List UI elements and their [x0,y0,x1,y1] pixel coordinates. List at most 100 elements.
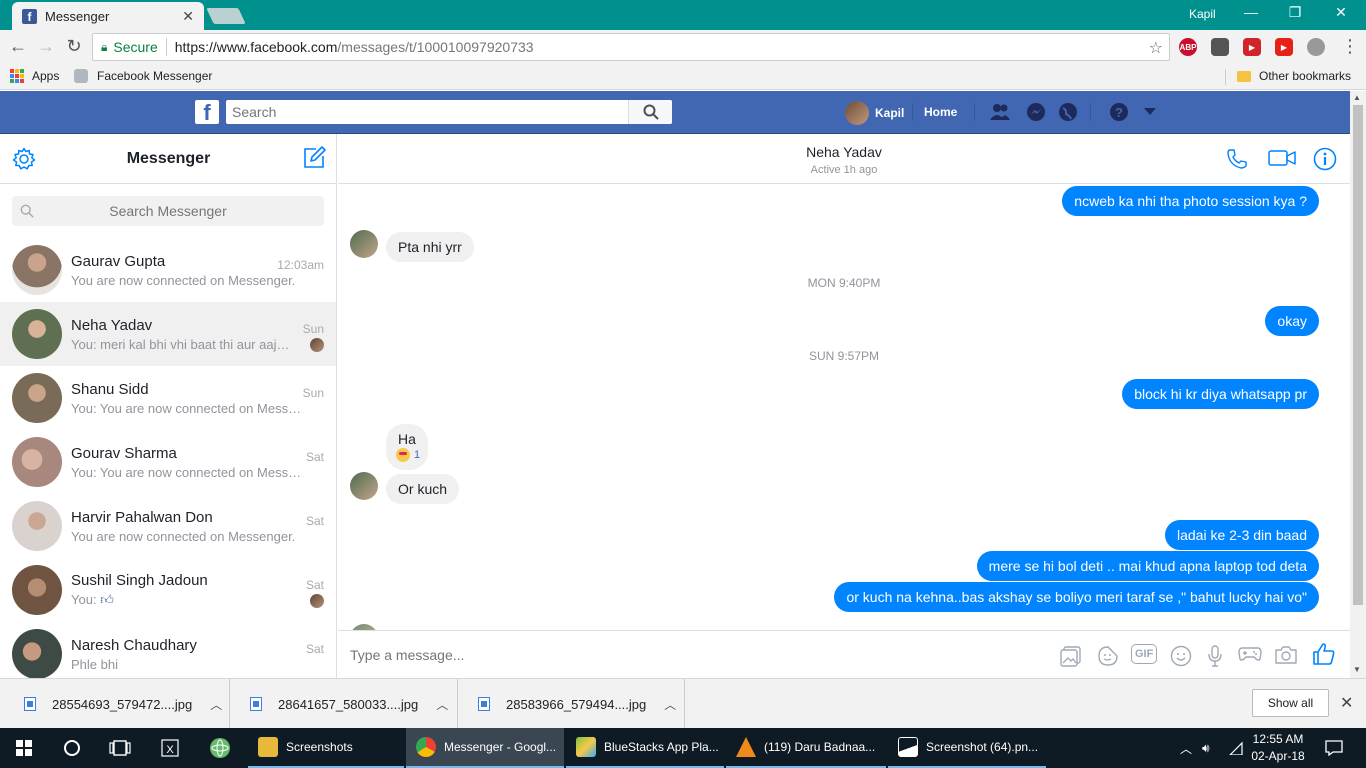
clock-date: 02-Apr-18 [1251,749,1305,763]
profile-name: Kapil [875,106,905,120]
video-call-icon[interactable] [1268,148,1296,173]
message-snippet: Phle bhi [71,656,118,672]
scrollbar-thumb[interactable] [1353,105,1363,605]
conversation-item[interactable]: Gourav Sharma You: You are now connected … [0,430,336,494]
chevron-up-icon[interactable]: ︿ [436,696,448,713]
windows-start-icon[interactable] [0,728,48,768]
taskbar-item-chrome[interactable]: Messenger - Googl... [406,728,564,768]
notifications-globe-icon[interactable] [1057,101,1079,123]
outgoing-message[interactable]: ladai ke 2-3 din baad [1165,520,1319,550]
scroll-down-icon[interactable]: ▼ [1353,665,1361,674]
chevron-up-icon[interactable]: ︿ [664,696,676,713]
account-dropdown-icon[interactable] [1139,101,1161,123]
chat-active-status: Active 1h ago [810,164,878,176]
info-icon[interactable] [1313,147,1337,176]
atom-app-icon[interactable] [196,728,244,768]
bookmark-star-icon[interactable]: ☆ [1149,38,1163,58]
shield-extension-icon[interactable] [1211,38,1229,56]
browser-tab[interactable]: f Messenger ✕ [12,2,204,30]
incoming-message[interactable]: Or kuch [386,474,460,504]
emoji-icon[interactable] [1170,645,1192,672]
taskbar-item-bluestacks[interactable]: BlueStacks App Pla... [566,728,724,768]
sticker-icon[interactable] [1097,645,1119,672]
reload-icon[interactable]: ↻ [62,36,86,57]
chrome-menu-icon[interactable]: ⋮ [1338,36,1362,57]
outgoing-message[interactable]: mere se hi bol deti .. mai khud apna lap… [976,551,1319,581]
messenger-icon[interactable] [1025,101,1047,123]
search-messenger-field[interactable] [12,196,324,226]
chat-contact-name[interactable]: Neha Yadav [338,144,1350,160]
adblock-plus-icon[interactable]: ABP [1179,38,1197,56]
taskbar-item-screenshots[interactable]: Screenshots [248,728,404,768]
incoming-message[interactable]: Pta nhi yrr [386,232,474,262]
close-downloads-icon[interactable]: ✕ [1340,693,1353,713]
address-bar[interactable]: 🔒︎ Secure https://www.facebook.com /mess… [92,33,1170,61]
home-link[interactable]: Home [924,105,957,119]
bookmark-apps[interactable]: Apps [10,69,59,83]
add-files-icon[interactable] [1060,645,1082,672]
chevron-up-icon[interactable]: ︿ [210,696,222,713]
conversation-item[interactable]: Neha Yadav You: meri kal bhi vhi baat thi… [0,302,336,366]
download-item[interactable]: 28554693_579472....jpg ︿ [0,679,230,729]
conversation-item[interactable]: Shanu Sidd You: You are now connected on … [0,366,336,430]
gif-icon[interactable]: GIF [1131,644,1158,664]
download-item[interactable]: 28641657_580033....jpg ︿ [230,679,458,729]
task-view-icon[interactable] [96,728,144,768]
lock-icon: 🔒︎ [101,39,108,54]
incoming-message[interactable]: Ha [386,424,428,470]
conversation-item[interactable]: Harvir Pahalwan Don You are now connected… [0,494,336,558]
outgoing-message[interactable]: ncweb ka nhi tha photo session kya ? [1062,186,1319,216]
message-reaction[interactable]: 1 [396,448,420,462]
outgoing-message[interactable]: or kuch na kehna..bas akshay se boliyo m… [834,582,1319,612]
profile-link[interactable]: Kapil [845,101,904,125]
taskbar-item-vlc[interactable]: (119) Daru Badnaa... [726,728,886,768]
close-tab-icon[interactable]: ✕ [182,8,194,25]
game-controller-icon[interactable] [1238,645,1262,668]
bookmark-other[interactable]: Other bookmarks [1237,69,1351,83]
forward-arrow-icon[interactable]: → [34,36,58,57]
bluestacks-icon [576,737,596,757]
taskbar-item-photos[interactable]: Screenshot (64).pn... [888,728,1046,768]
excel-app-icon[interactable]: X [146,728,194,768]
phone-call-icon[interactable] [1226,148,1248,175]
facebook-logo-icon[interactable]: f [195,100,219,124]
new-message-compose-icon[interactable] [302,146,326,175]
omnibox-divider [165,38,167,56]
friend-requests-icon[interactable] [989,101,1011,123]
search-messenger-input[interactable] [12,203,324,219]
help-icon[interactable]: ? [1108,101,1130,123]
show-all-downloads-button[interactable]: Show all [1252,689,1329,717]
facebook-search-button[interactable] [628,100,672,124]
outgoing-message[interactable]: okay [1265,306,1319,336]
download-item[interactable]: 28583966_579494....jpg ︿ [458,679,685,729]
page-scrollbar[interactable]: ▲ ▼ [1350,91,1366,678]
microphone-icon[interactable] [1207,645,1223,672]
message-input[interactable] [350,643,1050,667]
outgoing-message[interactable]: block hi kr diya whatsapp pr [1122,379,1319,409]
volume-icon[interactable]: 🔊︎ [1202,728,1210,768]
show-hidden-icons-chevron-icon[interactable]: ︿ [1180,728,1192,768]
wifi-icon[interactable] [1228,728,1244,768]
scroll-up-icon[interactable]: ▲ [1353,93,1361,102]
action-center-icon[interactable] [1325,728,1343,768]
cortana-search-icon[interactable] [48,728,96,768]
message-thread[interactable]: ncweb ka nhi tha photo session kya ? Pta… [338,184,1350,630]
thumbs-up-send-icon[interactable] [1312,642,1336,671]
minimize-icon[interactable]: — [1236,4,1266,20]
facebook-header: f Kapil Home ? [0,91,1350,134]
system-clock[interactable]: 12:55 AM 02-Apr-18 [1248,731,1308,765]
bookmark-facebook-messenger[interactable]: Facebook Messenger [74,69,212,83]
youtube-extension-icon[interactable]: ▶ [1275,38,1293,56]
browser-profile-name[interactable]: Kapil [1189,7,1216,21]
conversation-item[interactable]: Naresh Chaudhary Phle bhi Sat [0,622,336,678]
back-arrow-icon[interactable]: ← [6,36,30,57]
maximize-icon[interactable]: ❐ [1280,4,1310,21]
cloud-extension-icon[interactable] [1307,38,1325,56]
camera-icon[interactable] [1274,645,1298,670]
window-close-icon[interactable]: ✕ [1326,4,1356,21]
conversation-item[interactable]: Gaurav Gupta You are now connected on Mes… [0,238,336,302]
new-tab-button[interactable] [206,8,246,24]
video-extension-icon[interactable]: ▶ [1243,38,1261,56]
facebook-search-input[interactable] [226,100,672,124]
conversation-item[interactable]: Sushil Singh Jadoun You: 👍︎ Sat [0,558,336,622]
